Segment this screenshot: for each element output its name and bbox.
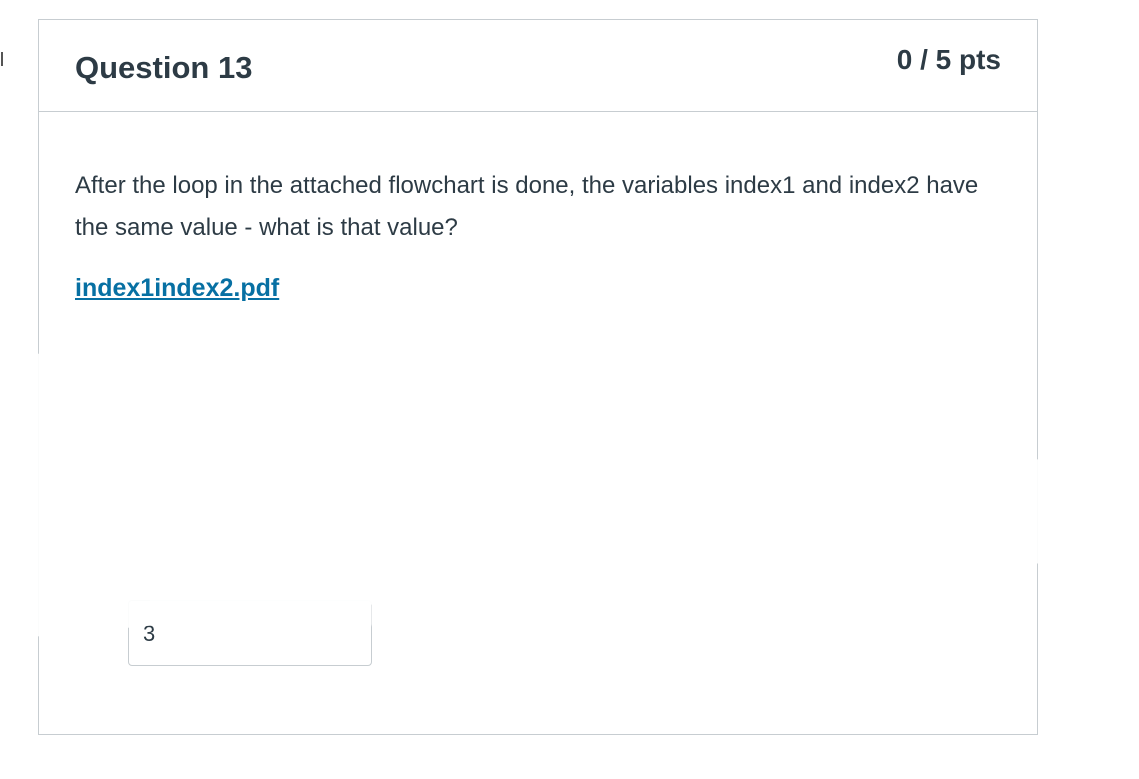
question-text: After the loop in the attached flowchart…: [75, 172, 979, 241]
attachment-link[interactable]: index1index2.pdf: [75, 274, 279, 303]
edge-marker: [1, 52, 3, 66]
question-points: 0 / 5 pts: [896, 44, 1001, 75]
answer-input[interactable]: 3: [128, 600, 372, 666]
question-title: Question 13: [75, 50, 253, 85]
question-card: Question 13 0 / 5 pts After the loop in …: [38, 19, 1038, 735]
question-header: Question 13 0 / 5 pts: [39, 20, 1037, 112]
quiz-page: Question 13 0 / 5 pts After the loop in …: [0, 0, 1139, 779]
